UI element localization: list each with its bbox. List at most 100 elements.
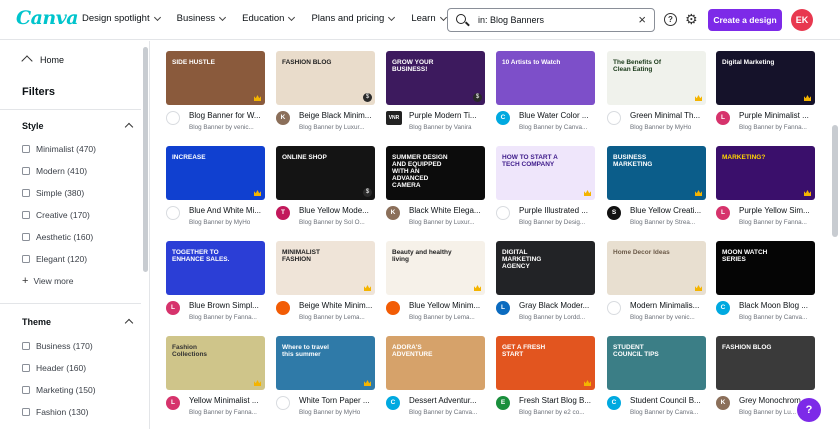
template-thumbnail[interactable]: STUDENT COUNCIL TIPS [607, 336, 706, 390]
template-thumbnail[interactable]: Digital Marketing [716, 51, 815, 105]
template-title[interactable]: Purple Modern Ti... [409, 111, 485, 120]
template-title[interactable]: Beige White Minim... [299, 301, 375, 310]
template-thumbnail[interactable]: ONLINE SHOP $ [276, 146, 375, 200]
create-design-button[interactable]: Create a design [708, 9, 782, 31]
creator-avatar[interactable]: L [716, 206, 730, 220]
user-avatar[interactable]: EK [791, 9, 813, 31]
template-thumbnail[interactable]: MARKETING? [716, 146, 815, 200]
checkbox[interactable] [22, 189, 30, 197]
template-thumbnail[interactable]: MINIMALIST FASHION [276, 241, 375, 295]
help-fab-button[interactable]: ? [797, 398, 821, 422]
template-card[interactable]: SIDE HUSTLE Blog Banner for W... Blog Bann… [166, 51, 265, 135]
sidebar-scrollbar[interactable] [142, 41, 149, 272]
help-icon[interactable]: ? [664, 13, 677, 26]
style-filter-modern[interactable]: Modern (410) [22, 160, 96, 182]
style-filter-aesthetic[interactable]: Aesthetic (160) [22, 226, 96, 248]
creator-avatar[interactable]: K [386, 206, 400, 220]
search-icon[interactable] [456, 14, 466, 24]
template-thumbnail[interactable]: HOW TO START A TECH COMPANY [496, 146, 595, 200]
creator-avatar[interactable]: L [166, 396, 180, 410]
template-card[interactable]: GET A FRESH START E Fresh Start Blog B... B… [496, 336, 595, 420]
template-title[interactable]: Green Minimal Th... [630, 111, 706, 120]
theme-filter-fashion[interactable]: Fashion (130) [22, 401, 96, 423]
nav-plans-and-pricing[interactable]: Plans and pricing [311, 13, 396, 24]
theme-section-title[interactable]: Theme [22, 317, 51, 327]
template-title[interactable]: Blue Water Color ... [519, 111, 595, 120]
template-title[interactable]: White Torn Paper ... [299, 396, 375, 405]
template-title[interactable]: Yellow Minimalist ... [189, 396, 265, 405]
nav-education[interactable]: Education [242, 13, 296, 24]
canva-logo[interactable]: Canva [16, 7, 79, 29]
template-thumbnail[interactable]: DIGITAL MARKETING AGENCY [496, 241, 595, 295]
creator-avatar[interactable] [607, 301, 621, 315]
main-scrollbar[interactable] [830, 41, 840, 429]
template-card[interactable]: The Benefits Of Clean Eating Green Minima… [607, 51, 706, 135]
style-filter-creative[interactable]: Creative (170) [22, 204, 96, 226]
checkbox[interactable] [22, 255, 30, 263]
creator-avatar[interactable]: C [496, 111, 510, 125]
template-card[interactable]: ONLINE SHOP $ T Blue Yellow Mode... Blog Ban… [276, 146, 375, 230]
creator-avatar[interactable]: C [716, 301, 730, 315]
creator-avatar[interactable]: K [716, 396, 730, 410]
style-filter-minimalist[interactable]: Minimalist (470) [22, 138, 96, 160]
home-link[interactable]: Home [22, 55, 64, 65]
creator-avatar[interactable]: L [716, 111, 730, 125]
template-card[interactable]: SUMMER DESIGN AND EQUIPPED WITH AN ADVAN… [386, 146, 485, 230]
template-thumbnail[interactable]: TOGETHER TO ENHANCE SALES. [166, 241, 265, 295]
template-card[interactable]: MINIMALIST FASHION Beige White Minim... Bl… [276, 241, 375, 325]
template-thumbnail[interactable]: FASHION BLOG $ [276, 51, 375, 105]
template-card[interactable]: Digital Marketing L Purple Minimalist ... B… [716, 51, 815, 135]
template-thumbnail[interactable]: SUMMER DESIGN AND EQUIPPED WITH AN ADVAN… [386, 146, 485, 200]
creator-avatar[interactable]: C [607, 396, 621, 410]
template-card[interactable]: BUSINESS MARKETING S Blue Yellow Creati...… [607, 146, 706, 230]
template-card[interactable]: GROW YOUR BUSINESS! $ VNR Purple Modern Ti.… [386, 51, 485, 135]
creator-avatar[interactable] [166, 206, 180, 220]
template-card[interactable]: Where to travel this summer White Torn Pa… [276, 336, 375, 420]
template-title[interactable]: Beige Black Minim... [299, 111, 375, 120]
template-thumbnail[interactable]: The Benefits Of Clean Eating [607, 51, 706, 105]
template-card[interactable]: STUDENT COUNCIL TIPS C Student Council B..… [607, 336, 706, 420]
template-card[interactable]: Beauty and healthy living Blue Yellow Min… [386, 241, 485, 325]
template-title[interactable]: Modern Minimalis... [630, 301, 706, 310]
creator-avatar[interactable]: T [276, 206, 290, 220]
template-title[interactable]: Blue Yellow Minim... [409, 301, 485, 310]
template-card[interactable]: HOW TO START A TECH COMPANY Purple Illust… [496, 146, 595, 230]
creator-avatar[interactable]: K [276, 111, 290, 125]
theme-filter-marketing[interactable]: Marketing (150) [22, 379, 96, 401]
creator-avatar[interactable] [166, 111, 180, 125]
scrollbar-thumb[interactable] [143, 47, 148, 272]
view-more-button[interactable]: + View more [22, 275, 73, 287]
theme-filter-business[interactable]: Business (170) [22, 335, 96, 357]
template-title[interactable]: Purple Minimalist ... [739, 111, 815, 120]
search-input[interactable] [478, 13, 628, 27]
template-title[interactable]: Purple Illustrated ... [519, 206, 595, 215]
template-thumbnail[interactable]: GROW YOUR BUSINESS! $ [386, 51, 485, 105]
gear-icon[interactable]: ⚙ [685, 12, 699, 26]
template-card[interactable]: FASHION BLOG $ K Beige Black Minim... Blog B… [276, 51, 375, 135]
template-card[interactable]: ADORA'S ADVENTURE C Dessert Adventur... Blo… [386, 336, 485, 420]
style-filter-simple[interactable]: Simple (380) [22, 182, 96, 204]
template-title[interactable]: Purple Yellow Sim... [739, 206, 815, 215]
creator-avatar[interactable]: L [496, 301, 510, 315]
clear-search-icon[interactable]: × [638, 13, 646, 27]
template-thumbnail[interactable]: SIDE HUSTLE [166, 51, 265, 105]
template-title[interactable]: Blue Yellow Mode... [299, 206, 375, 215]
template-thumbnail[interactable]: Where to travel this summer [276, 336, 375, 390]
template-title[interactable]: Blue Brown Simpl... [189, 301, 265, 310]
template-thumbnail[interactable]: BUSINESS MARKETING [607, 146, 706, 200]
checkbox[interactable] [22, 342, 30, 350]
checkbox[interactable] [22, 386, 30, 394]
template-card[interactable]: MARKETING? L Purple Yellow Sim... Blog Bann… [716, 146, 815, 230]
creator-avatar[interactable] [276, 301, 290, 315]
template-thumbnail[interactable]: Beauty and healthy living [386, 241, 485, 295]
checkbox[interactable] [22, 211, 30, 219]
creator-avatar[interactable] [607, 111, 621, 125]
template-title[interactable]: Black White Elega... [409, 206, 485, 215]
template-thumbnail[interactable]: Home Decor Ideas [607, 241, 706, 295]
creator-avatar[interactable] [276, 396, 290, 410]
template-title[interactable]: Fresh Start Blog B... [519, 396, 595, 405]
template-card[interactable]: INCREASE Blue And White Mi... Blog Banner … [166, 146, 265, 230]
template-card[interactable]: Fashion Collections L Yellow Minimalist ..… [166, 336, 265, 420]
template-thumbnail[interactable]: ADORA'S ADVENTURE [386, 336, 485, 390]
template-card[interactable]: DIGITAL MARKETING AGENCY L Gray Black Mode… [496, 241, 595, 325]
